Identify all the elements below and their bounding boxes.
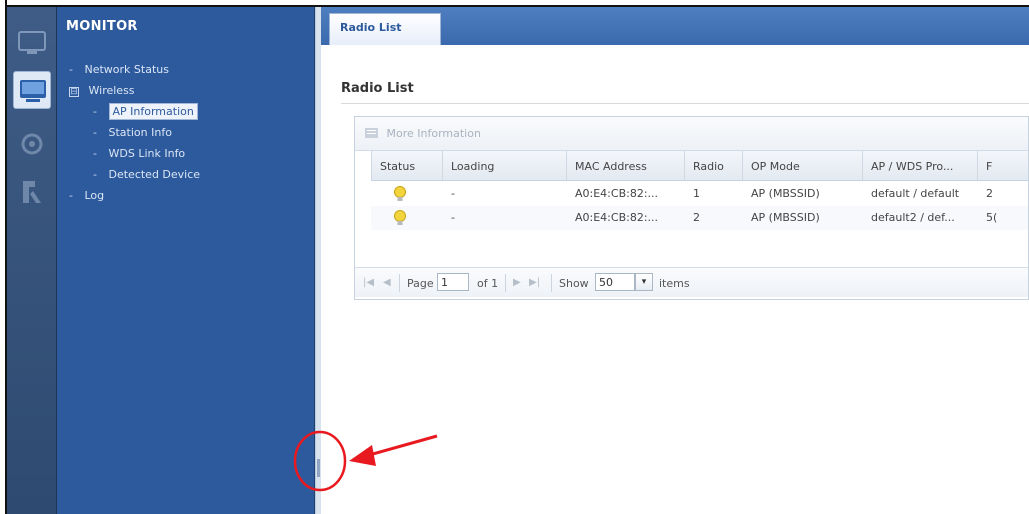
column-header-loading[interactable]: Loading — [443, 151, 567, 181]
nav-item-wds-link-info[interactable]: - WDS Link Info — [69, 147, 200, 168]
nav-item-log[interactable]: - Log — [69, 189, 200, 210]
page-size-select[interactable]: 50 — [595, 273, 635, 291]
bullet-icon: - — [93, 168, 97, 181]
bullet-icon: - — [93, 126, 97, 139]
table-cell: 2 — [986, 187, 993, 200]
page-label: Page — [407, 277, 434, 290]
frame-edge-top — [0, 0, 1029, 7]
bulb-icon — [394, 186, 406, 201]
page-count-label: of 1 — [477, 277, 499, 290]
chevron-down-icon[interactable]: ▾ — [635, 273, 653, 291]
nav-item-label: Log — [84, 189, 105, 202]
icon-rail — [7, 7, 57, 514]
next-page-icon[interactable]: ▶ — [513, 277, 521, 288]
radio-list-grid: More Information Status Loading MAC Addr… — [354, 116, 1029, 300]
table-cell: - — [451, 211, 455, 224]
table-cell: 5( — [986, 211, 998, 224]
frame-edge-left — [0, 0, 7, 514]
nav-tree: - Network Status ⊟ Wireless - AP Informa… — [69, 63, 200, 210]
bullet-icon: - — [93, 105, 97, 118]
tab-strip: Radio List — [321, 7, 1029, 45]
column-header-f[interactable]: F — [978, 151, 1028, 181]
nav-title: MONITOR — [66, 19, 138, 34]
column-header-mac-address[interactable]: MAC Address — [567, 151, 685, 181]
dashboard-icon[interactable] — [13, 23, 51, 61]
nav-item-wireless[interactable]: ⊟ Wireless — [69, 84, 200, 105]
table-cell: default / default — [871, 187, 960, 200]
nav-item-station-info[interactable]: - Station Info — [69, 126, 200, 147]
nav-item-label: Station Info — [108, 126, 172, 139]
bulb-icon — [394, 210, 406, 225]
prev-page-icon[interactable]: ◀ — [383, 277, 391, 288]
table-cell: - — [451, 187, 455, 200]
nav-item-label: WDS Link Info — [108, 147, 186, 160]
tab-radio-list[interactable]: Radio List — [329, 13, 441, 45]
nav-item-detected-device[interactable]: - Detected Device — [69, 168, 200, 189]
page-number-input[interactable]: 1 — [437, 273, 469, 291]
table-cell: AP (MBSSID) — [751, 187, 820, 200]
app-window: MONITOR - Network Status ⊟ Wireless - AP… — [0, 0, 1029, 514]
table-cell: A0:E4:CB:82:... — [575, 211, 659, 224]
nav-item-label: Wireless — [88, 84, 135, 97]
table-cell: 2 — [693, 211, 700, 224]
pager-divider — [551, 274, 552, 292]
main-content: Radio List Radio List More Information S… — [321, 7, 1029, 514]
collapse-toggle-icon[interactable]: ⊟ — [69, 87, 79, 97]
nav-item-label: Network Status — [84, 63, 169, 76]
table-cell: AP (MBSSID) — [751, 211, 820, 224]
table-cell: default2 / def... — [871, 211, 955, 224]
pagination-bar: |◀ ◀ Page 1 of 1 ▶ ▶| Show 50 ▾ items — [355, 267, 1028, 297]
pager-divider — [505, 274, 506, 292]
items-label: items — [659, 277, 690, 290]
nav-item-ap-information[interactable]: - AP Information — [69, 103, 200, 126]
last-page-icon[interactable]: ▶| — [529, 277, 540, 288]
bullet-icon: - — [69, 189, 73, 202]
grid-toolbar: More Information — [355, 117, 1028, 151]
table-cell: A0:E4:CB:82:... — [575, 187, 659, 200]
column-header-ap-wds-profile[interactable]: AP / WDS Pro... — [863, 151, 978, 181]
more-information-button[interactable]: More Information — [365, 127, 481, 142]
section-divider — [341, 103, 1029, 104]
column-header-status[interactable]: Status — [371, 151, 443, 181]
more-information-label: More Information — [386, 127, 481, 140]
pager-divider — [399, 274, 400, 292]
bullet-icon: - — [69, 63, 73, 76]
first-page-icon[interactable]: |◀ — [363, 277, 374, 288]
column-header-op-mode[interactable]: OP Mode — [743, 151, 863, 181]
nav-item-network-status[interactable]: - Network Status — [69, 63, 200, 84]
section-title: Radio List — [341, 81, 414, 96]
configuration-icon[interactable] — [13, 125, 51, 163]
info-list-icon — [365, 127, 379, 142]
nav-item-label: AP Information — [108, 103, 198, 120]
show-label: Show — [559, 277, 589, 290]
monitor-icon[interactable] — [13, 71, 51, 109]
table-cell: 1 — [693, 187, 700, 200]
nav-item-label: Detected Device — [108, 168, 201, 181]
splitter-grip-icon[interactable] — [317, 459, 320, 477]
column-header-radio[interactable]: Radio — [685, 151, 743, 181]
navigation-panel: MONITOR - Network Status ⊟ Wireless - AP… — [57, 7, 315, 514]
bullet-icon: - — [93, 147, 97, 160]
maintenance-icon[interactable] — [13, 173, 51, 211]
